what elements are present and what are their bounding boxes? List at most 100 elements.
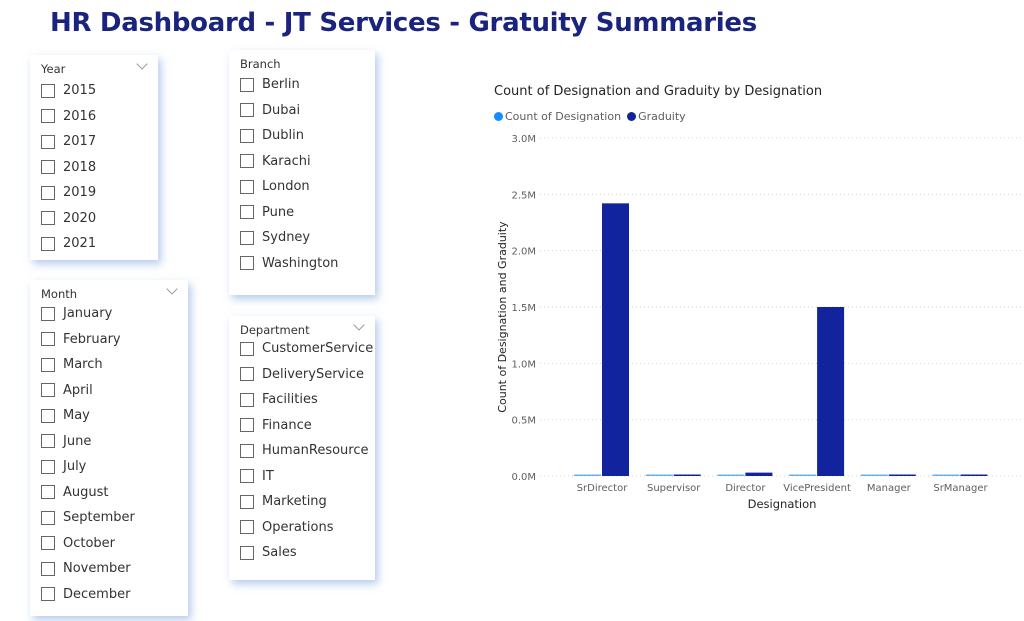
- slicer-item[interactable]: 2021: [41, 231, 96, 257]
- legend-dot-count-icon: [494, 112, 503, 121]
- legend-dot-gratuity-icon: [627, 112, 637, 121]
- month-slicer-header[interactable]: Month: [30, 280, 188, 302]
- checkbox[interactable]: [41, 109, 55, 124]
- slicer-item[interactable]: July: [41, 454, 135, 480]
- checkbox[interactable]: [240, 256, 254, 271]
- slicer-item[interactable]: 2015: [41, 78, 96, 104]
- checkbox[interactable]: [240, 179, 254, 194]
- checkbox[interactable]: [240, 520, 254, 535]
- checkbox[interactable]: [240, 443, 254, 458]
- checkbox[interactable]: [41, 306, 55, 321]
- checkbox[interactable]: [240, 154, 254, 169]
- slicer-item[interactable]: Sydney: [240, 225, 338, 251]
- checkbox[interactable]: [41, 459, 55, 474]
- checkbox[interactable]: [240, 205, 254, 220]
- checkbox[interactable]: [240, 341, 254, 356]
- checkbox[interactable]: [41, 587, 55, 602]
- checkbox[interactable]: [41, 332, 55, 347]
- checkbox[interactable]: [240, 418, 254, 433]
- slicer-item[interactable]: September: [41, 505, 135, 531]
- checkbox[interactable]: [41, 383, 55, 398]
- slicer-item[interactable]: August: [41, 480, 135, 506]
- checkbox[interactable]: [240, 367, 254, 382]
- slicer-item[interactable]: 2020: [41, 206, 96, 232]
- slicer-item[interactable]: February: [41, 327, 135, 353]
- legend-item-count[interactable]: Count of Designation: [494, 110, 621, 123]
- checkbox[interactable]: [41, 510, 55, 525]
- checkbox[interactable]: [41, 536, 55, 551]
- slicer-item[interactable]: CustomerService: [240, 336, 373, 362]
- checkbox[interactable]: [240, 494, 254, 509]
- slicer-item[interactable]: Pune: [240, 200, 338, 226]
- slicer-item[interactable]: Karachi: [240, 149, 338, 175]
- checkbox[interactable]: [41, 357, 55, 372]
- bar-gratuity: [673, 474, 701, 476]
- slicer-item[interactable]: London: [240, 174, 338, 200]
- slicer-item[interactable]: Dublin: [240, 123, 338, 149]
- slicer-item[interactable]: Berlin: [240, 72, 338, 98]
- slicer-item[interactable]: November: [41, 556, 135, 582]
- checkbox[interactable]: [240, 230, 254, 245]
- slicer-item[interactable]: January: [41, 301, 135, 327]
- slicer-item[interactable]: 2016: [41, 104, 96, 130]
- slicer-item[interactable]: 2018: [41, 155, 96, 181]
- checkbox[interactable]: [41, 236, 55, 251]
- checkbox[interactable]: [41, 408, 55, 423]
- slicer-item-label: February: [63, 331, 121, 347]
- bar-count: [717, 474, 745, 476]
- slicer-item-label: 2019: [63, 185, 97, 201]
- checkbox[interactable]: [240, 392, 254, 407]
- bar-count: [574, 474, 601, 476]
- slicer-item[interactable]: IT: [240, 464, 373, 490]
- chevron-down-icon[interactable]: [166, 283, 178, 295]
- slicer-item[interactable]: Finance: [240, 413, 373, 439]
- slicer-item-label: 2016: [63, 108, 97, 124]
- checkbox[interactable]: [240, 469, 254, 484]
- slicer-item[interactable]: Facilities: [240, 387, 373, 413]
- slicer-item[interactable]: Washington: [240, 251, 338, 277]
- checkbox[interactable]: [41, 211, 55, 226]
- slicer-item[interactable]: June: [41, 429, 135, 455]
- slicer-item[interactable]: December: [41, 582, 135, 608]
- checkbox[interactable]: [41, 83, 55, 98]
- slicer-item[interactable]: March: [41, 352, 135, 378]
- slicer-item[interactable]: Operations: [240, 515, 373, 541]
- y-tick-label: 1.5M: [511, 303, 536, 314]
- slicer-item[interactable]: April: [41, 378, 135, 404]
- slicer-item[interactable]: Marketing: [240, 489, 373, 515]
- slicer-item-label: DeliveryService: [262, 366, 365, 382]
- checkbox[interactable]: [240, 77, 254, 92]
- checkbox[interactable]: [41, 160, 55, 175]
- checkbox[interactable]: [41, 561, 55, 576]
- slicer-item[interactable]: HumanResource: [240, 438, 373, 464]
- slicer-item-label: 2015: [63, 83, 97, 99]
- slicer-item-label: Berlin: [262, 77, 300, 93]
- checkbox[interactable]: [41, 185, 55, 200]
- legend-item-gratuity[interactable]: Graduity: [627, 110, 686, 123]
- year-slicer-header[interactable]: Year: [30, 55, 158, 77]
- slicer-title: Department: [240, 323, 310, 337]
- checkbox[interactable]: [41, 485, 55, 500]
- slicer-item[interactable]: DeliveryService: [240, 362, 373, 388]
- checkbox[interactable]: [41, 134, 55, 149]
- slicer-item[interactable]: 2019: [41, 180, 96, 206]
- slicer-item-label: 2020: [63, 210, 97, 226]
- chevron-down-icon[interactable]: [136, 58, 148, 70]
- slicer-item[interactable]: October: [41, 531, 135, 557]
- department-slicer-header[interactable]: Department: [229, 316, 375, 338]
- y-tick-label: 0.5M: [511, 416, 536, 427]
- slicer-item[interactable]: Dubai: [240, 98, 338, 124]
- checkbox[interactable]: [41, 434, 55, 449]
- slicer-item[interactable]: May: [41, 403, 135, 429]
- slicer-item-label: HumanResource: [262, 443, 369, 459]
- checkbox[interactable]: [240, 128, 254, 143]
- checkbox[interactable]: [240, 103, 254, 118]
- chevron-down-icon[interactable]: [353, 319, 365, 331]
- checkbox[interactable]: [240, 545, 254, 560]
- slicer-item[interactable]: 2017: [41, 129, 96, 155]
- slicer-item-label: April: [63, 382, 93, 398]
- slicer-item-label: November: [63, 561, 131, 577]
- branch-slicer-header[interactable]: Branch: [229, 50, 375, 72]
- slicer-item[interactable]: Sales: [240, 540, 373, 566]
- branch-slicer-list: Berlin Dubai Dublin Karachi London Pune Sydney…: [240, 72, 338, 276]
